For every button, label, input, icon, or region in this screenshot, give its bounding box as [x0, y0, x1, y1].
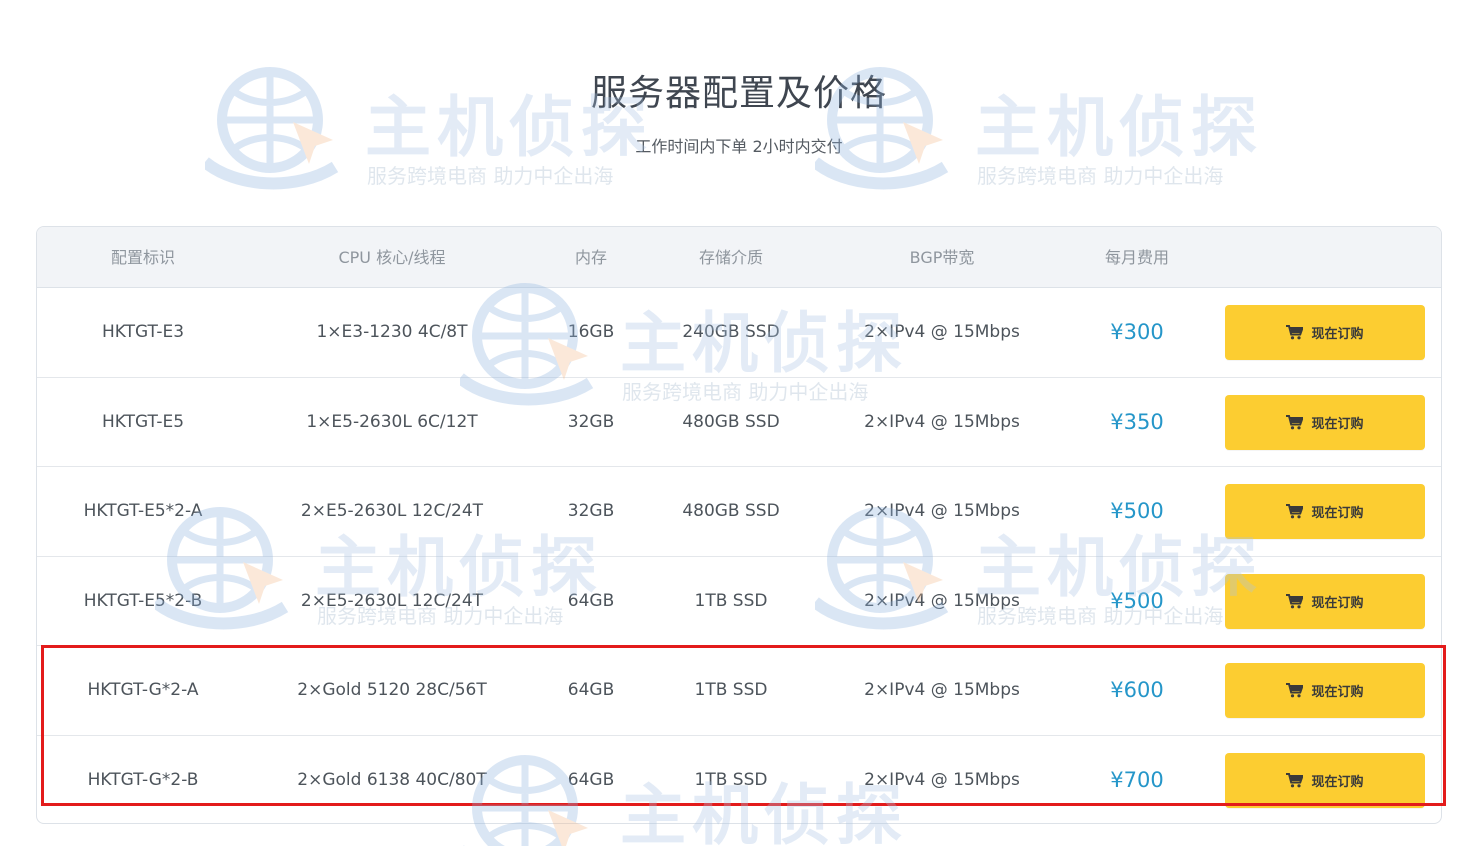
storage-cell: 480GB SSD [682, 501, 780, 521]
order-now-button[interactable]: 现在订购 [1225, 394, 1425, 450]
cpu-cell: 1×E3-1230 4C/8T [316, 322, 468, 342]
storage-cell: 240GB SSD [682, 322, 780, 342]
price-cell: ¥300 [1110, 320, 1164, 344]
cpu-cell: 2×Gold 6138 40C/80T [297, 769, 487, 790]
memory-cell: 16GB [567, 322, 615, 342]
page-subtitle: 工作时间内下单 2小时内交付 [635, 137, 843, 156]
page-title: 服务器配置及价格 [590, 73, 887, 114]
config-id-cell: HKTGT-E3 [101, 322, 185, 342]
column-header-bandwidth: BGP带宽 [909, 248, 975, 267]
memory-cell: 64GB [567, 590, 615, 611]
cpu-cell: 2×E5-2630L 12C/24T [300, 501, 484, 521]
order-now-button[interactable]: 现在订购 [1225, 484, 1425, 539]
column-header-storage: 存储介质 [698, 248, 763, 267]
cart-icon [1286, 325, 1305, 340]
order-now-button[interactable]: 现在订购 [1225, 573, 1425, 629]
table-row: HKTGT-G*2-A 2×Gold 5120 28C/56T 64GB 1TB SS… [37, 646, 1441, 736]
order-button-label: 现在订购 [1311, 506, 1364, 521]
bandwidth-cell: 2×IPv4 @ 15Mbps [864, 590, 1020, 611]
config-id-cell: HKTGT-G*2-B [87, 769, 199, 790]
price-cell: ¥700 [1110, 767, 1164, 792]
column-header-memory: 内存 [574, 248, 607, 267]
config-id-cell: HKTGT-E5*2-B [83, 590, 203, 611]
price-cell: ¥500 [1110, 588, 1164, 613]
config-id-cell: HKTGT-E5 [101, 411, 185, 432]
column-header-monthly-price: 每月费用 [1104, 248, 1169, 267]
watermark-slogan-text: 服务跨境电商 助力中企出海 [977, 164, 1224, 188]
table-row: HKTGT-E5*2-A 2×E5-2630L 12C/24T 32GB 480GB … [37, 467, 1441, 557]
config-id-cell: HKTGT-G*2-A [87, 680, 199, 700]
bandwidth-cell: 2×IPv4 @ 15Mbps [864, 501, 1020, 521]
bandwidth-cell: 2×IPv4 @ 15Mbps [864, 322, 1020, 342]
cart-icon [1286, 683, 1305, 698]
table-header: 配置标识 CPU 核心/线程 内存 存储介质 BGP带宽 每月费用 [37, 227, 1441, 288]
storage-cell: 1TB SSD [694, 769, 768, 790]
watermark-slogan-text: 服务跨境电商 助力中企出海 [367, 164, 614, 188]
memory-cell: 32GB [567, 411, 615, 432]
price-cell: ¥500 [1110, 499, 1164, 523]
cart-icon [1286, 772, 1305, 788]
order-now-button[interactable]: 现在订购 [1225, 663, 1425, 718]
memory-cell: 64GB [567, 769, 615, 790]
column-header-cpu: CPU 核心/线程 [338, 248, 446, 267]
config-id-cell: HKTGT-E5*2-A [83, 501, 203, 521]
table-row: HKTGT-G*2-B 2×Gold 6138 40C/80T 64GB 1TB SS… [37, 736, 1441, 824]
order-button-label: 现在订购 [1311, 416, 1364, 432]
price-cell: ¥350 [1110, 409, 1164, 434]
cpu-cell: 2×E5-2630L 12C/24T [300, 590, 484, 611]
table-row: HKTGT-E5*2-B 2×E5-2630L 12C/24T 64GB 1TB SS… [37, 557, 1441, 646]
bandwidth-cell: 2×IPv4 @ 15Mbps [864, 680, 1020, 700]
order-button-label: 现在订购 [1311, 685, 1364, 700]
order-button-label: 现在订购 [1311, 595, 1364, 611]
table-row: HKTGT-E5 1×E5-2630L 6C/12T 32GB 480GB SSD 2×… [37, 378, 1441, 467]
column-header-config-id: 配置标识 [110, 248, 175, 267]
cart-icon [1286, 504, 1305, 519]
storage-cell: 1TB SSD [694, 680, 768, 700]
order-button-label: 现在订购 [1311, 327, 1364, 342]
memory-cell: 32GB [567, 501, 615, 521]
cart-icon [1286, 593, 1305, 609]
order-button-label: 现在订购 [1311, 774, 1364, 790]
price-cell: ¥600 [1110, 678, 1164, 702]
cpu-cell: 1×E5-2630L 6C/12T [306, 411, 478, 432]
memory-cell: 64GB [567, 680, 615, 700]
bandwidth-cell: 2×IPv4 @ 15Mbps [864, 411, 1020, 432]
storage-cell: 1TB SSD [694, 590, 768, 611]
bandwidth-cell: 2×IPv4 @ 15Mbps [864, 769, 1020, 790]
order-now-button[interactable]: 现在订购 [1225, 752, 1425, 808]
order-now-button[interactable]: 现在订购 [1225, 305, 1425, 360]
table-body: HKTGT-E3 1×E3-1230 4C/8T 16GB 240GB SSD 2×IP… [37, 288, 1441, 824]
cpu-cell: 2×Gold 5120 28C/56T [297, 680, 487, 700]
price-table: 配置标识 CPU 核心/线程 内存 存储介质 BGP带宽 每月费用 HKTGT-… [36, 226, 1442, 824]
storage-cell: 480GB SSD [682, 411, 780, 432]
cart-icon [1286, 414, 1305, 430]
table-row: HKTGT-E3 1×E3-1230 4C/8T 16GB 240GB SSD 2×IP… [37, 288, 1441, 378]
